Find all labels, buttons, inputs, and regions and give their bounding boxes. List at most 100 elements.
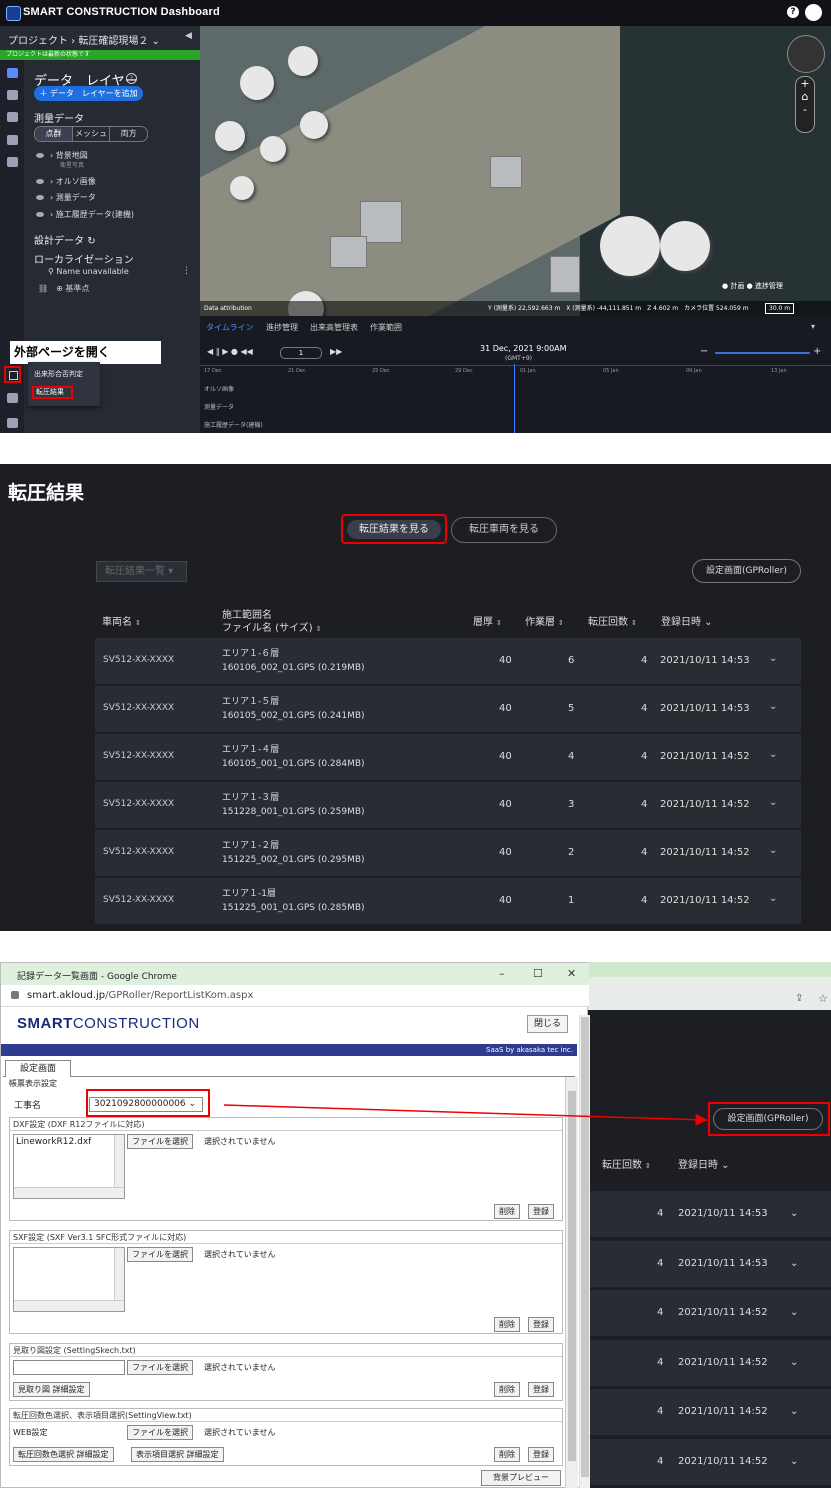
breadcrumb[interactable]: プロジェクト › 転圧確認現場２ ⌄ xyxy=(8,32,160,47)
background-preview-button[interactable]: 背景プレビュー xyxy=(481,1470,561,1486)
share-icon[interactable]: ⇪ xyxy=(795,993,803,1004)
zoom-in-button[interactable]: + xyxy=(813,346,821,357)
delete-button[interactable]: 削除 xyxy=(494,1204,520,1219)
refresh-icon[interactable]: ↻ xyxy=(87,236,95,247)
chevron-down-icon[interactable]: ⌄ xyxy=(790,1258,798,1269)
minimize-icon[interactable]: – xyxy=(499,967,505,980)
menu-item-quality[interactable]: 出来形合否判定 xyxy=(34,369,83,379)
eye-icon[interactable] xyxy=(36,212,44,217)
sketch-file-field[interactable] xyxy=(13,1360,125,1375)
header-file[interactable]: ファイル名 (サイズ) ⇕ xyxy=(222,619,322,634)
work-name-select[interactable]: 3021092800000006 ⌄ xyxy=(89,1097,203,1112)
speed-input[interactable]: 1 xyxy=(280,347,322,359)
chevron-down-icon[interactable]: ⌄ xyxy=(769,653,777,664)
delete-button[interactable]: 削除 xyxy=(494,1382,520,1397)
page-scrollbar[interactable] xyxy=(579,1015,590,1488)
zoom-slider[interactable] xyxy=(715,352,810,354)
table-row[interactable]: 4 2021/10/11 14:52 ⌄ xyxy=(588,1290,831,1336)
zoom-in-button[interactable]: + xyxy=(796,77,814,90)
tab-settings[interactable]: 設定画面 xyxy=(5,1060,71,1077)
map-view[interactable] xyxy=(200,26,831,316)
compass-icon[interactable] xyxy=(787,35,825,73)
chevron-down-icon[interactable]: ⌄ xyxy=(769,845,777,856)
tree-item[interactable]: › 測量データ xyxy=(36,192,96,203)
register-button[interactable]: 登録 xyxy=(528,1204,554,1219)
fast-forward-icon[interactable]: ▶▶ xyxy=(330,347,342,356)
home-icon[interactable]: ⌂ xyxy=(796,90,814,103)
segment-pointcloud[interactable]: 点群 xyxy=(35,127,73,141)
delete-button[interactable]: 削除 xyxy=(494,1447,520,1462)
choose-file-button[interactable]: ファイルを選択 xyxy=(127,1134,193,1149)
pin-item[interactable]: ⚲ Name unavailable xyxy=(48,267,129,276)
segment-mesh[interactable]: メッシュ xyxy=(73,127,111,141)
tab-timeline[interactable]: タイムライン xyxy=(206,322,253,333)
choose-file-button[interactable]: ファイルを選択 xyxy=(127,1360,193,1375)
header-thickness[interactable]: 層厚 ⇕ xyxy=(473,613,502,628)
choose-file-button[interactable]: ファイルを選択 xyxy=(127,1425,193,1440)
tree-item[interactable]: › 施工履歴データ(建機) xyxy=(36,209,134,220)
tools-icon[interactable] xyxy=(7,90,18,100)
chevron-down-icon[interactable]: ⌄ xyxy=(790,1357,798,1368)
open-external-button[interactable] xyxy=(4,366,21,383)
dxf-file-list[interactable]: LineworkR12.dxf xyxy=(13,1134,125,1199)
delete-button[interactable]: 削除 xyxy=(494,1317,520,1332)
table-row[interactable]: 4 2021/10/11 14:53 ⌄ xyxy=(588,1191,831,1237)
chevron-down-icon[interactable]: ⌄ xyxy=(769,701,777,712)
content-scrollbar[interactable] xyxy=(565,1077,578,1488)
setting-gproller-button[interactable]: 設定画面(GPRoller) xyxy=(713,1108,823,1130)
sketch-detail-button[interactable]: 見取り図 詳細設定 xyxy=(13,1382,90,1397)
table-row[interactable]: SV512-XX-XXXX エリア１-６層 160106_002_01.GPS … xyxy=(95,638,801,686)
collapse-icon[interactable]: ◀ xyxy=(185,31,192,41)
chevron-down-icon[interactable]: ⌄ xyxy=(790,1456,798,1467)
setting-gproller-button[interactable]: 設定画面(GPRoller) xyxy=(692,559,801,583)
table-row[interactable]: SV512-XX-XXXX エリア１-５層 160105_002_01.GPS … xyxy=(95,686,801,734)
table-row[interactable]: SV512-XX-XXXX エリア１-1層 151225_001_01.GPS … xyxy=(95,878,801,926)
chevron-down-icon[interactable]: ⌄ xyxy=(790,1307,798,1318)
report-icon[interactable] xyxy=(7,418,18,428)
help-icon[interactable]: ? xyxy=(787,6,799,18)
truck-icon[interactable] xyxy=(7,135,18,145)
header-count[interactable]: 転圧回数 ⇕ xyxy=(588,613,637,628)
playback-controls[interactable]: ◀ ‖ ▶ ● ◀◀ xyxy=(207,347,253,356)
avatar[interactable] xyxy=(805,4,822,21)
tab-volume[interactable]: 出来高管理表 xyxy=(310,322,358,333)
register-button[interactable]: 登録 xyxy=(528,1317,554,1332)
plan-toggle[interactable]: ● 計画 ● 進捗管理 xyxy=(722,281,822,295)
folder-icon[interactable] xyxy=(7,157,18,167)
color-detail-button[interactable]: 転圧回数色選択 詳細設定 xyxy=(13,1447,114,1462)
eye-icon[interactable] xyxy=(36,153,44,158)
view-results-button[interactable]: 転圧結果を見る xyxy=(347,520,441,539)
table-row[interactable]: SV512-XX-XXXX エリア１-４層 160105_001_01.GPS … xyxy=(95,734,801,782)
segment-both[interactable]: 両方 xyxy=(110,127,147,141)
item-detail-button[interactable]: 表示項目選択 詳細設定 xyxy=(131,1447,224,1462)
tree-item[interactable]: › オルソ画像 xyxy=(36,176,96,187)
help-icon[interactable]: ? xyxy=(126,73,137,84)
chevron-down-icon[interactable]: ▾ xyxy=(811,322,815,331)
base-point[interactable]: ⛓ ⊕ 基準点 xyxy=(38,283,89,294)
table-row[interactable]: SV512-XX-XXXX エリア１-２層 151225_002_01.GPS … xyxy=(95,830,801,878)
header-layer[interactable]: 作業層 ⇕ xyxy=(525,613,564,628)
chevron-down-icon[interactable]: ⌄ xyxy=(769,893,777,904)
register-button[interactable]: 登録 xyxy=(528,1447,554,1462)
header-date[interactable]: 登録日時 ⌄ xyxy=(678,1156,730,1171)
window-titlebar[interactable]: 記録データ一覧画面 - Google Chrome – ☐ ✕ xyxy=(1,963,589,985)
table-row[interactable]: 4 2021/10/11 14:52 ⌄ xyxy=(588,1439,831,1485)
close-icon[interactable]: ✕ xyxy=(567,967,576,980)
register-button[interactable]: 登録 xyxy=(528,1382,554,1397)
menu-item-compaction[interactable]: 転圧結果 xyxy=(32,386,73,399)
choose-file-button[interactable]: ファイルを選択 xyxy=(127,1247,193,1262)
table-row[interactable]: SV512-XX-XXXX エリア１-３層 151228_001_01.GPS … xyxy=(95,782,801,830)
current-time-marker[interactable] xyxy=(514,364,515,433)
gear-icon[interactable] xyxy=(7,112,18,122)
header-count[interactable]: 転圧回数 ⇕ xyxy=(602,1156,651,1171)
chevron-down-icon[interactable]: ⌄ xyxy=(790,1208,798,1219)
header-vehicle[interactable]: 車両名 ⇕ xyxy=(102,613,141,628)
header-date[interactable]: 登録日時 ⌄ xyxy=(661,613,713,628)
zoom-out-button[interactable]: - xyxy=(796,103,814,116)
maximize-icon[interactable]: ☐ xyxy=(533,967,543,980)
sxf-file-list[interactable] xyxy=(13,1247,125,1312)
table-row[interactable]: 4 2021/10/11 14:53 ⌄ xyxy=(588,1241,831,1287)
chevron-down-icon[interactable]: ⌄ xyxy=(790,1406,798,1417)
tab-progress[interactable]: 進捗管理 xyxy=(266,322,298,333)
view-vehicle-button[interactable]: 転圧車両を見る xyxy=(451,517,557,543)
